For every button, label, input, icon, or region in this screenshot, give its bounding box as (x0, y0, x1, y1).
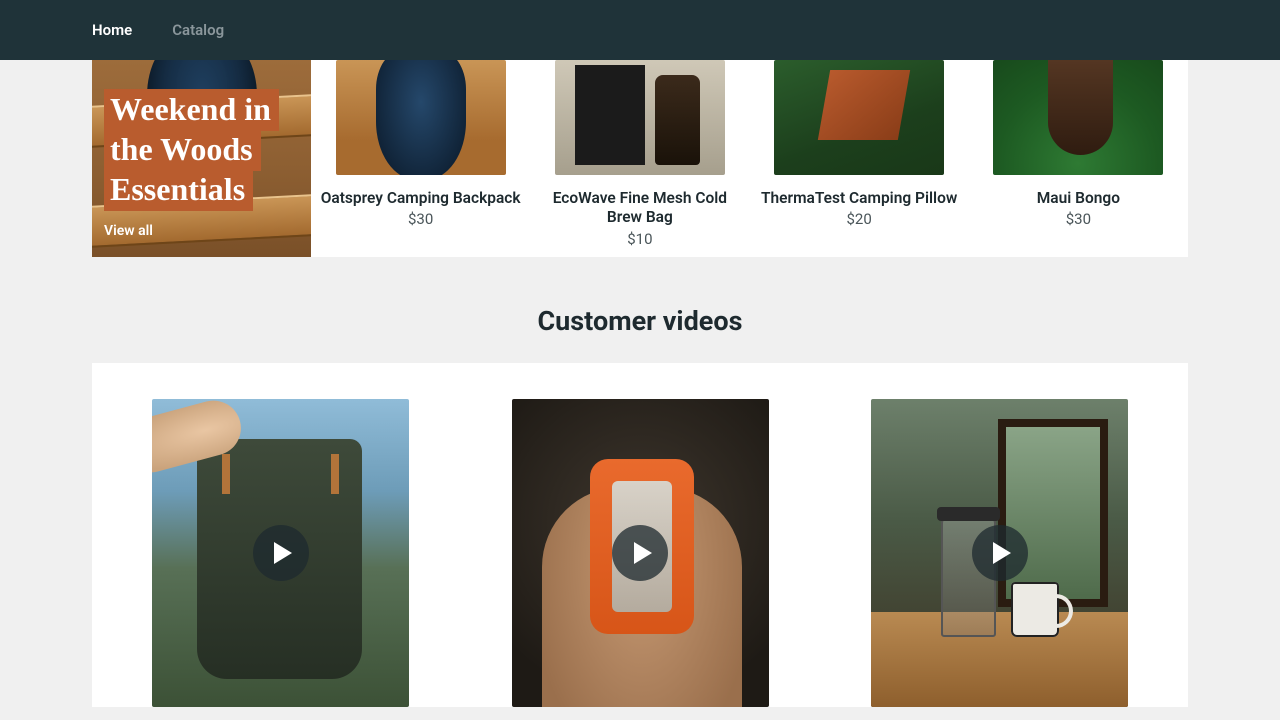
play-icon (972, 525, 1028, 581)
view-all-link[interactable]: View all (104, 223, 299, 239)
product-name: EcoWave Fine Mesh Cold Brew Bag (530, 189, 749, 228)
customer-video[interactable] (152, 399, 409, 707)
play-icon (253, 525, 309, 581)
product-image (774, 60, 944, 175)
collection-title: Weekend in the Woods Essentials (104, 89, 299, 209)
product-price: $20 (846, 210, 871, 228)
product-image (336, 60, 506, 175)
product-image (555, 60, 725, 175)
customer-video[interactable] (512, 399, 769, 707)
product-card[interactable]: EcoWave Fine Mesh Cold Brew Bag $10 (530, 60, 749, 248)
customer-videos-heading: Customer videos (0, 305, 1280, 337)
product-price: $30 (408, 210, 433, 228)
nav-home[interactable]: Home (92, 21, 132, 39)
collection-strip: Weekend in the Woods Essentials View all… (92, 60, 1188, 257)
collection-hero[interactable]: Weekend in the Woods Essentials View all (92, 60, 311, 257)
top-nav: Home Catalog (0, 0, 1280, 60)
product-image (993, 60, 1163, 175)
play-icon (612, 525, 668, 581)
product-price: $30 (1066, 210, 1091, 228)
video-graphic (152, 399, 247, 479)
product-card[interactable]: Oatsprey Camping Backpack $30 (311, 60, 530, 228)
product-card[interactable]: Maui Bongo $30 (969, 60, 1188, 228)
video-graphic (331, 454, 339, 494)
product-price: $10 (627, 230, 652, 248)
nav-catalog[interactable]: Catalog (172, 21, 224, 39)
customer-video[interactable] (871, 399, 1128, 707)
video-graphic (1011, 582, 1059, 637)
product-card[interactable]: ThermaTest Camping Pillow $20 (750, 60, 969, 228)
customer-videos (92, 363, 1188, 707)
video-graphic (998, 419, 1108, 607)
product-list: Oatsprey Camping Backpack $30 EcoWave Fi… (311, 60, 1188, 257)
product-name: Oatsprey Camping Backpack (315, 189, 527, 208)
product-name: Maui Bongo (1031, 189, 1126, 208)
video-graphic (222, 454, 230, 494)
product-name: ThermaTest Camping Pillow (755, 189, 963, 208)
